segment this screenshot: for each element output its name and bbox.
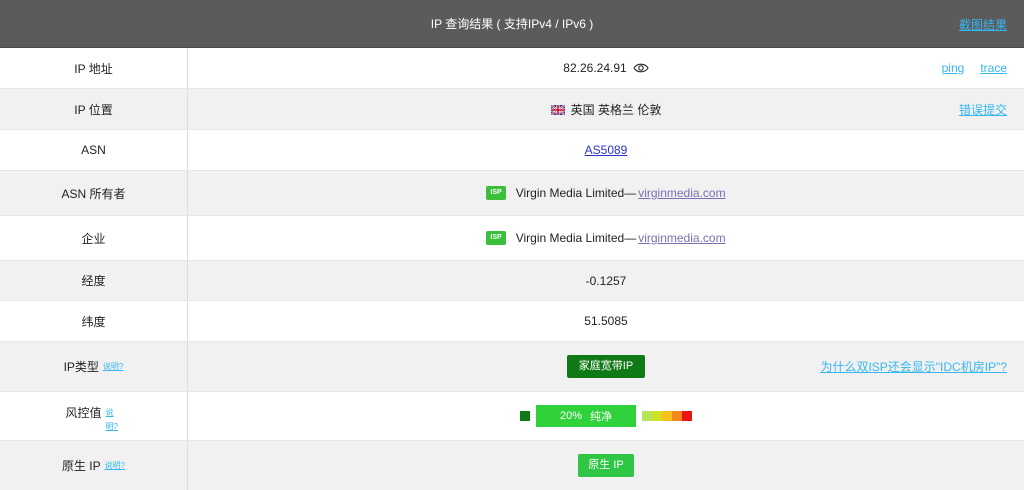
company-value-cell: ISP Virgin Media Limited— virginmedia.co… [188, 216, 1024, 260]
scale-segment [642, 411, 652, 421]
asn-link[interactable]: AS5089 [585, 143, 628, 157]
ip-location-label: IP 位置 [0, 89, 188, 129]
screenshot-link[interactable]: 截图结果 [959, 16, 1007, 33]
ip-location-value: 英国 英格兰 伦敦 [570, 102, 662, 117]
dual-isp-faq-link[interactable]: 为什么双ISP还会显示"IDC机房IP"? [820, 358, 1007, 375]
asn-owner-domain-link[interactable]: virginmedia.com [638, 186, 725, 200]
risk-value-cell: 20% 纯净 [188, 392, 1024, 440]
row-risk: 风控值 说 明? 20% 纯净 [0, 392, 1024, 441]
asn-value-cell: AS5089 [188, 130, 1024, 170]
native-ip-value-cell: 原生 IP [188, 441, 1024, 490]
row-ip-address: IP 地址 82.26.24.91 ping trace [0, 48, 1024, 89]
location-links: 错误提交 [959, 101, 1007, 118]
longitude-value-cell: -0.1257 [188, 261, 1024, 300]
risk-meter: 20% 纯净 [520, 405, 692, 427]
longitude-label: 经度 [0, 261, 188, 300]
isp-badge: ISP [486, 186, 506, 200]
row-asn-owner: ASN 所有者 ISP Virgin Media Limited— virgin… [0, 171, 1024, 216]
company-name: Virgin Media Limited— [515, 231, 637, 245]
row-latitude: 纬度 51.5085 [0, 301, 1024, 342]
ip-type-help-link[interactable]: 说明? [103, 361, 123, 372]
results-header: IP 查询结果 ( 支持IPv4 / IPv6 ) 截图结果 [0, 0, 1024, 48]
risk-label-cell: 风控值 说 明? [0, 392, 188, 440]
ip-address-value: 82.26.24.91 [563, 61, 627, 75]
ping-link[interactable]: ping [942, 61, 965, 75]
latitude-value-cell: 51.5085 [188, 301, 1024, 341]
eye-icon[interactable] [633, 62, 649, 74]
ip-tool-links: ping trace [942, 61, 1007, 75]
risk-help-part-2: 明? [105, 421, 118, 431]
scale-segment [672, 411, 682, 421]
ip-type-label-cell: IP类型 说明? [0, 342, 188, 391]
row-asn: ASN AS5089 [0, 130, 1024, 171]
risk-score-bar: 20% 纯净 [536, 405, 636, 427]
ip-type-value-cell: 家庭宽带IP 为什么双ISP还会显示"IDC机房IP"? [188, 342, 1024, 391]
longitude-value: -0.1257 [585, 273, 627, 288]
asn-label: ASN [0, 130, 188, 170]
asn-owner-value-cell: ISP Virgin Media Limited— virginmedia.co… [188, 171, 1024, 215]
latitude-label: 纬度 [0, 301, 188, 341]
native-ip-label: 原生 IP [61, 459, 101, 473]
report-error-link[interactable]: 错误提交 [959, 101, 1007, 118]
asn-owner-label: ASN 所有者 [0, 171, 188, 215]
latitude-value: 51.5085 [584, 314, 628, 328]
risk-status-dot [520, 411, 530, 421]
native-ip-badge: 原生 IP [578, 454, 634, 477]
isp-badge: ISP [486, 231, 506, 245]
row-longitude: 经度 -0.1257 [0, 261, 1024, 301]
risk-scale [642, 411, 692, 421]
row-native-ip: 原生 IP 说明? 原生 IP [0, 441, 1024, 490]
ip-address-label: IP 地址 [0, 48, 188, 88]
ip-type-label: IP类型 [63, 360, 99, 374]
native-ip-label-cell: 原生 IP 说明? [0, 441, 188, 490]
page-title: IP 查询结果 ( 支持IPv4 / IPv6 ) [430, 17, 594, 31]
risk-help-link[interactable]: 说 明? [106, 406, 122, 434]
native-ip-help-link[interactable]: 说明? [105, 460, 125, 471]
risk-help-part-1: 说 [105, 407, 114, 417]
scale-segment [682, 411, 692, 421]
risk-label: 风控值 [65, 405, 102, 420]
trace-link[interactable]: trace [980, 61, 1007, 75]
ip-type-badge: 家庭宽带IP [566, 355, 646, 378]
scale-segment [662, 411, 672, 421]
company-label: 企业 [0, 216, 188, 260]
row-company: 企业 ISP Virgin Media Limited— virginmedia… [0, 216, 1024, 261]
risk-label-group: 风控值 说 明? [65, 399, 121, 434]
row-ip-type: IP类型 说明? 家庭宽带IP 为什么双ISP还会显示"IDC机房IP"? [0, 342, 1024, 392]
risk-text: 纯净 [590, 411, 613, 423]
risk-percent: 20% [559, 410, 583, 422]
ip-location-value-cell: 英国 英格兰 伦敦 错误提交 [188, 89, 1024, 129]
uk-flag-icon [550, 104, 566, 116]
ip-type-links: 为什么双ISP还会显示"IDC机房IP"? [820, 358, 1007, 375]
row-ip-location: IP 位置 英国 英格兰 伦敦 错误提交 [0, 89, 1024, 130]
company-domain-link[interactable]: virginmedia.com [638, 231, 725, 245]
scale-segment [652, 411, 662, 421]
asn-owner-name: Virgin Media Limited— [515, 186, 637, 200]
ip-address-value-cell: 82.26.24.91 ping trace [188, 48, 1024, 88]
